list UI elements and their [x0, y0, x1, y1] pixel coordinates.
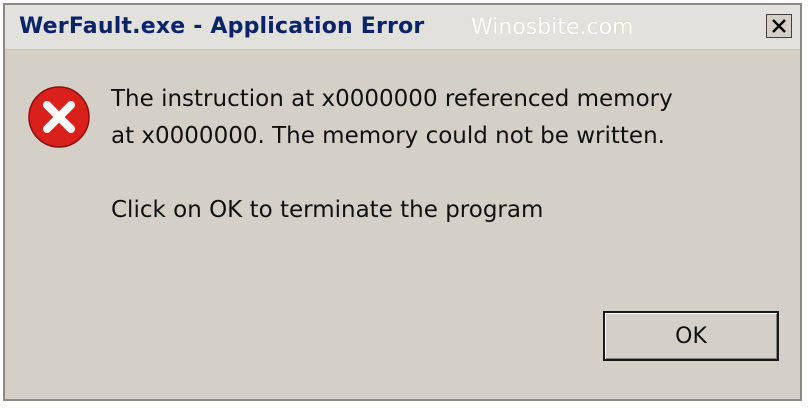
close-button[interactable]	[766, 14, 792, 38]
error-message: The instruction at x0000000 referenced m…	[111, 81, 771, 229]
error-dialog-window: WerFault.exe - Application Error Winosbi…	[3, 3, 802, 401]
watermark: Winosbite.com	[471, 15, 634, 40]
error-icon	[28, 86, 90, 148]
close-icon	[772, 19, 786, 33]
message-line-1: The instruction at x0000000 referenced m…	[111, 86, 673, 112]
title-bar[interactable]: WerFault.exe - Application Error Winosbi…	[5, 5, 800, 50]
message-line-2: at x0000000. The memory could not be wri…	[111, 123, 665, 149]
instruction-text: Click on OK to terminate the program	[111, 197, 544, 223]
window-title: WerFault.exe - Application Error	[19, 14, 425, 39]
ok-button-label: OK	[675, 323, 707, 349]
ok-button[interactable]: OK	[603, 311, 779, 361]
